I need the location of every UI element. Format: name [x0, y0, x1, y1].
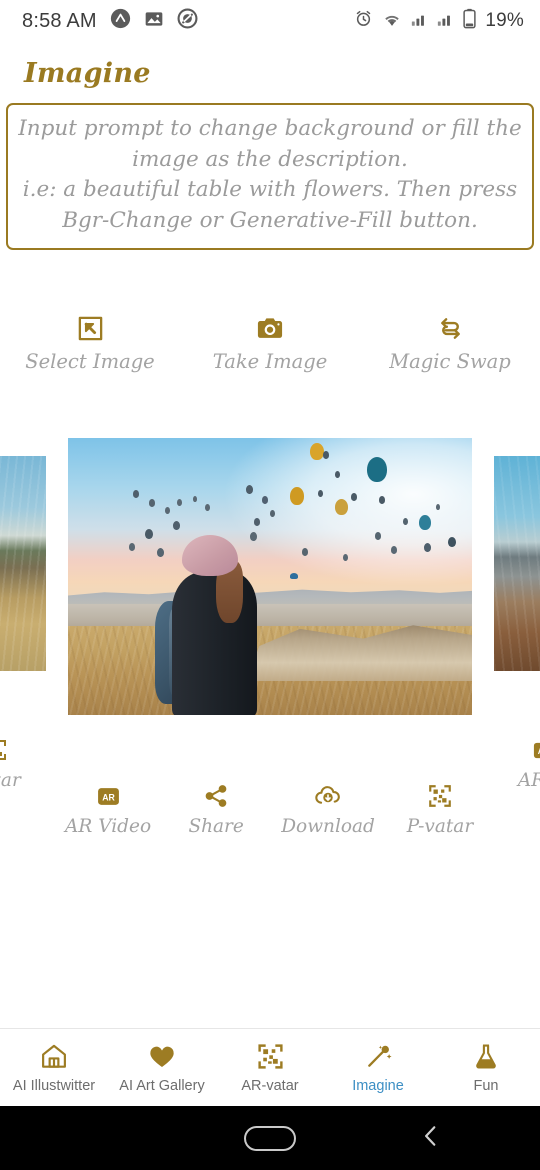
svg-text:AR: AR	[102, 792, 115, 802]
take-image-label: Take Image	[212, 350, 328, 374]
battery-percent-label: 19%	[485, 10, 524, 31]
select-image-label: Select Image	[25, 350, 155, 374]
balloon	[350, 492, 357, 501]
photo-beanie-hat	[181, 535, 238, 576]
balloon	[132, 490, 139, 499]
prompt-input-wrapper: Input prompt to change background or fil…	[0, 89, 540, 251]
qr-code-icon	[427, 782, 453, 810]
nav-item-ai-art-gallery[interactable]: AI Art Gallery	[108, 1042, 216, 1094]
balloon	[366, 456, 387, 482]
prompt-input[interactable]: Input prompt to change background or fil…	[6, 103, 534, 251]
magic-wand-icon	[364, 1042, 393, 1072]
balloon	[253, 517, 260, 526]
status-clock: 8:58 AM	[22, 9, 97, 32]
dnd-notification-icon	[177, 8, 198, 34]
camera-icon	[255, 313, 285, 343]
balloon	[334, 498, 348, 515]
nav-item-fun[interactable]: Fun	[432, 1042, 540, 1094]
balloon	[342, 553, 348, 561]
app-notification-icon	[110, 8, 131, 34]
nav-label-ai-art-gallery: AI Art Gallery	[119, 1077, 205, 1094]
ar-video-label: AR Video	[65, 816, 152, 838]
app-screen: 8:58 AM 19% Imagine Input prompt to chan…	[0, 0, 540, 1170]
balloon	[322, 451, 329, 460]
balloon	[128, 542, 135, 551]
balloon	[173, 520, 181, 530]
p-vatar-button[interactable]: P-vatar	[405, 782, 475, 837]
magic-swap-label: Magic Swap	[389, 350, 511, 374]
balloon	[435, 504, 440, 511]
carousel-slide-left-peek[interactable]	[0, 456, 46, 672]
battery-icon	[463, 8, 476, 34]
nav-item-imagine[interactable]: Imagine	[324, 1042, 432, 1094]
image-notification-icon	[144, 9, 164, 34]
balloon	[391, 545, 398, 554]
status-bar-right: 19%	[354, 8, 524, 34]
carousel-slide-right-peek[interactable]	[494, 456, 540, 672]
ar-badge-icon: AR	[532, 736, 540, 764]
primary-action-row: Select Image Take Image Magic Swap	[0, 250, 540, 373]
balloon	[290, 573, 299, 580]
download-button[interactable]: Download	[281, 782, 375, 837]
qr-code-icon	[256, 1042, 285, 1072]
cloud-download-icon	[314, 782, 342, 810]
swap-arrows-icon	[435, 313, 466, 343]
signal-sim2-icon	[437, 11, 454, 32]
balloon	[144, 528, 153, 539]
flask-icon	[472, 1042, 500, 1072]
balloon	[334, 470, 340, 478]
select-image-button[interactable]: Select Image	[0, 313, 180, 373]
prompt-placeholder-text: Input prompt to change background or fil…	[18, 116, 522, 233]
heart-icon	[147, 1042, 177, 1072]
image-carousel[interactable]	[0, 426, 540, 726]
page-title: Imagine	[24, 58, 151, 89]
balloon	[245, 484, 253, 494]
carousel-slide-active[interactable]	[68, 437, 472, 715]
select-image-icon	[76, 313, 105, 343]
tool-action-row: AR AR Video Share Download P-vatar	[0, 782, 540, 837]
android-system-nav	[0, 1106, 540, 1170]
ar-badge-icon: AR	[96, 782, 121, 810]
ar-video-button[interactable]: AR AR Video	[65, 782, 151, 837]
share-label: Share	[188, 816, 244, 838]
nav-item-ar-vatar[interactable]: AR-vatar	[216, 1042, 324, 1094]
tool-action-strip[interactable]: vatar AR AR Vi AR	[0, 734, 540, 854]
take-image-button[interactable]: Take Image	[180, 313, 360, 373]
share-icon	[203, 782, 229, 810]
balloon	[379, 495, 386, 504]
balloon	[164, 506, 170, 514]
status-bar-left: 8:58 AM	[22, 8, 198, 34]
balloon	[261, 495, 268, 504]
balloon	[270, 509, 275, 517]
nav-item-ai-illustwitter[interactable]: AI Illustwitter	[0, 1042, 108, 1094]
qr-code-icon	[0, 736, 8, 764]
nav-label-ai-illustwitter: AI Illustwitter	[12, 1077, 96, 1094]
bottom-navigation-bar: AI Illustwitter AI Art Gallery AR-vatar	[0, 1028, 540, 1106]
back-chevron-button[interactable]	[418, 1123, 444, 1154]
download-label: Download	[281, 816, 375, 838]
balloon	[148, 498, 155, 507]
balloon	[177, 498, 183, 506]
status-bar: 8:58 AM 19%	[0, 0, 540, 42]
balloon	[193, 495, 198, 502]
photo-person	[153, 532, 274, 715]
photo-jacket	[172, 571, 258, 715]
signal-sim1-icon	[411, 11, 428, 32]
magic-swap-button[interactable]: Magic Swap	[360, 313, 540, 373]
nav-label-imagine: Imagine	[352, 1077, 404, 1094]
nav-label-ar-vatar: AR-vatar	[241, 1077, 299, 1094]
share-button[interactable]: Share	[181, 782, 251, 837]
home-icon	[39, 1042, 69, 1072]
wifi-icon	[382, 11, 402, 32]
carousel-image-right	[494, 456, 540, 672]
carousel-image-left	[0, 456, 46, 672]
home-pill-button[interactable]	[244, 1125, 296, 1151]
nav-label-fun: Fun	[473, 1077, 499, 1094]
balloon	[375, 531, 382, 540]
p-vatar-label: P-vatar	[406, 816, 474, 838]
alarm-icon	[354, 9, 373, 33]
balloon	[423, 542, 431, 552]
balloon	[447, 537, 456, 548]
